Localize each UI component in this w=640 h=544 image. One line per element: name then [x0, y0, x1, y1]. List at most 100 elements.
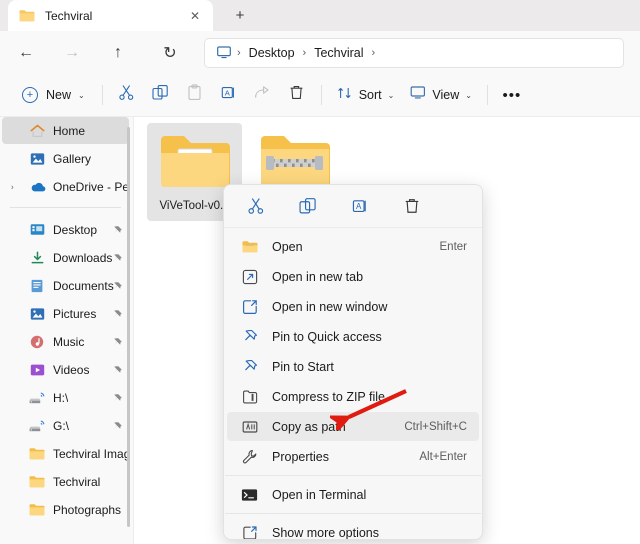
- menu-item-open[interactable]: Open Enter: [227, 232, 479, 261]
- pin-icon[interactable]: [111, 308, 123, 320]
- view-label: View: [432, 88, 460, 102]
- refresh-icon[interactable]: ↻: [154, 38, 186, 68]
- delete-menu-button[interactable]: [393, 191, 431, 221]
- zip-icon: [241, 388, 258, 405]
- copy-icon: [152, 84, 169, 106]
- sidebar-divider: [10, 207, 121, 208]
- sidebar-item-techviral-images[interactable]: Techviral Images: [2, 440, 129, 467]
- delete-button[interactable]: [280, 80, 314, 110]
- sidebar-item-downloads[interactable]: Downloads: [2, 244, 129, 271]
- new-button[interactable]: + New ⌄: [12, 80, 95, 110]
- menu-item-show-more-options[interactable]: Show more options: [227, 518, 479, 540]
- sidebar-item-home[interactable]: Home: [2, 117, 129, 144]
- menu-item-properties[interactable]: Properties Alt+Enter: [227, 442, 479, 471]
- breadcrumb-techviral[interactable]: Techviral: [308, 44, 369, 62]
- sidebar-item-onedrive[interactable]: › OneDrive - Pers: [2, 173, 129, 200]
- new-tab-button[interactable]: +: [225, 1, 255, 29]
- menu-item-label: Show more options: [272, 525, 380, 540]
- menu-divider: [225, 475, 481, 476]
- sidebar-item-photographs[interactable]: Photographs: [2, 496, 129, 523]
- drive-icon: [28, 391, 45, 405]
- share-icon: [254, 84, 271, 106]
- toolbar-divider: [101, 85, 103, 105]
- view-button[interactable]: View ⌄: [402, 80, 480, 110]
- close-icon[interactable]: ✕: [185, 6, 205, 26]
- share-button: [246, 80, 280, 110]
- tab-techviral[interactable]: Techviral ✕: [8, 0, 213, 31]
- pin-icon[interactable]: [111, 392, 123, 404]
- cut-menu-button[interactable]: [237, 191, 275, 221]
- sidebar-item-desktop[interactable]: Desktop: [2, 216, 129, 243]
- menu-item-open-in-terminal[interactable]: Open in Terminal: [227, 480, 479, 509]
- view-icon: [410, 85, 426, 105]
- rename-menu-button[interactable]: A: [341, 191, 379, 221]
- sidebar-label: H:\: [53, 390, 69, 405]
- sidebar-item-gallery[interactable]: Gallery: [2, 145, 129, 172]
- sidebar-item-pictures[interactable]: Pictures: [2, 300, 129, 327]
- pin-icon[interactable]: [111, 224, 123, 236]
- menu-item-open-in-new-tab[interactable]: Open in new tab: [227, 262, 479, 291]
- pin-icon[interactable]: [111, 280, 123, 292]
- menu-item-label: Open in new window: [272, 299, 388, 314]
- sidebar-item-drive-g[interactable]: G:\: [2, 412, 129, 439]
- sort-button[interactable]: Sort ⌄: [329, 80, 403, 110]
- breadcrumb-desktop[interactable]: Desktop: [243, 44, 301, 62]
- sidebar-label: Home: [53, 123, 86, 138]
- sidebar-scrollbar[interactable]: [127, 127, 130, 527]
- sidebar-label: Music: [53, 334, 85, 349]
- gallery-icon: [30, 152, 45, 166]
- folder-icon: [29, 503, 45, 516]
- menu-item-copy-as-path[interactable]: Copy as path Ctrl+Shift+C: [227, 412, 479, 441]
- menu-item-label: Open in new tab: [272, 269, 364, 284]
- menu-item-label: Copy as path: [272, 419, 346, 434]
- copy-menu-button[interactable]: [289, 191, 327, 221]
- folder-icon: [29, 447, 45, 460]
- menu-item-label: Open: [272, 239, 303, 254]
- copy-button[interactable]: [144, 80, 178, 110]
- pin-icon: [241, 358, 258, 375]
- chevron-down-icon: ⌄: [387, 90, 395, 100]
- up-icon[interactable]: ↑: [102, 38, 134, 68]
- svg-text:A: A: [225, 88, 231, 97]
- sidebar-item-documents[interactable]: Documents: [2, 272, 129, 299]
- open-folder-icon: [158, 129, 232, 196]
- sidebar-label: Techviral Images: [53, 446, 129, 461]
- pictures-icon: [30, 307, 45, 321]
- more-options-button[interactable]: •••: [495, 80, 529, 110]
- sidebar-item-drive-h[interactable]: H:\: [2, 384, 129, 411]
- sidebar-label: Downloads: [53, 250, 113, 265]
- menu-item-compress-to-zip[interactable]: Compress to ZIP file: [227, 382, 479, 411]
- menu-item-accel: Alt+Enter: [419, 450, 467, 463]
- menu-item-pin-to-start[interactable]: Pin to Start: [227, 352, 479, 381]
- pin-icon[interactable]: [111, 252, 123, 264]
- sidebar-item-videos[interactable]: Videos: [2, 356, 129, 383]
- menu-item-open-in-new-window[interactable]: Open in new window: [227, 292, 479, 321]
- sidebar-label: OneDrive - Pers: [53, 179, 129, 194]
- file-explorer-window: Techviral ✕ + ← → ↑ ↻ › Desktop › Techvi…: [0, 0, 640, 544]
- toolbar-divider: [486, 85, 488, 105]
- sort-icon: [337, 85, 353, 106]
- sidebar-item-techviral[interactable]: Techviral: [2, 468, 129, 495]
- pin-icon[interactable]: [111, 336, 123, 348]
- rename-button[interactable]: A: [212, 80, 246, 110]
- pin-icon[interactable]: [111, 364, 123, 376]
- pin-icon[interactable]: [111, 420, 123, 432]
- forward-icon: →: [64, 43, 80, 61]
- tab-label: Techviral: [45, 8, 93, 23]
- back-icon[interactable]: ←: [10, 38, 42, 68]
- sidebar-label: Pictures: [53, 306, 97, 321]
- navigation-bar: ← → ↑ ↻ › Desktop › Techviral ›: [0, 31, 640, 74]
- menu-item-accel: Enter: [439, 240, 468, 253]
- terminal-icon: [241, 486, 258, 503]
- paste-icon: [186, 84, 203, 106]
- menu-item-pin-to-quick-access[interactable]: Pin to Quick access: [227, 322, 479, 351]
- drive-icon: [28, 419, 45, 433]
- chevron-down-icon: ⌄: [465, 90, 472, 100]
- more-options-icon: [241, 524, 258, 539]
- chevron-right-icon[interactable]: ›: [11, 182, 14, 191]
- cut-button[interactable]: [110, 80, 144, 110]
- breadcrumb-separator[interactable]: ›: [370, 47, 378, 59]
- sidebar-item-music[interactable]: Music: [2, 328, 129, 355]
- navigation-pane: Home Gallery › OneDrive - Pers: [0, 117, 133, 544]
- address-bar[interactable]: › Desktop › Techviral ›: [204, 37, 624, 68]
